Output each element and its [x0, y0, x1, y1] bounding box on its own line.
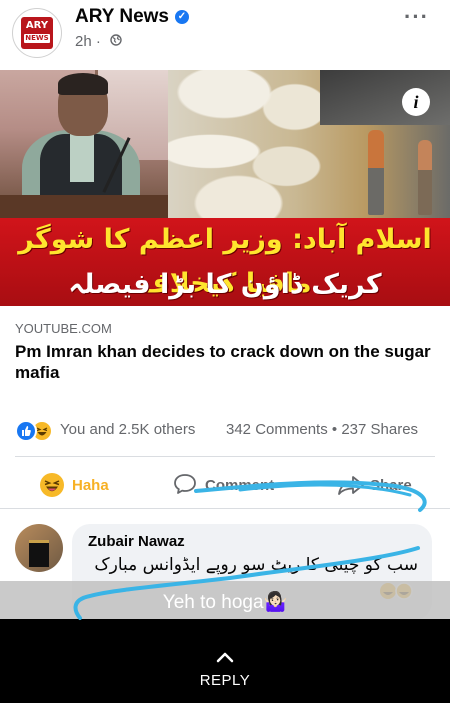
- comment-text: سب کو چینی کا ریٹ سو روپے ایڈوانس مبارک: [94, 555, 418, 575]
- reaction-summary[interactable]: You and 2.5K others: [60, 421, 195, 438]
- comment-author[interactable]: Zubair Nawaz: [88, 533, 185, 550]
- story-caption: Yeh to hoga🤷🏻‍♀️: [162, 592, 288, 613]
- ary-news-logo: ARY NEWS: [21, 17, 53, 49]
- comment-button[interactable]: Comment: [205, 477, 274, 494]
- headline-line-2: کریک ڈاؤن کا بڑا فیصلہ: [68, 269, 382, 300]
- link-title[interactable]: Pm Imran khan decides to crack down on t…: [15, 341, 435, 383]
- shares-count[interactable]: 237 Shares: [341, 421, 418, 438]
- post-time[interactable]: 2h ·: [75, 33, 101, 50]
- like-reaction-icon: [15, 420, 37, 442]
- share-button[interactable]: Share: [370, 477, 412, 494]
- haha-button[interactable]: Haha: [72, 477, 109, 494]
- page-name[interactable]: ARY News: [75, 6, 169, 28]
- divider: [0, 508, 450, 509]
- verified-badge-icon: ✓: [175, 10, 189, 24]
- worker: [418, 140, 432, 215]
- comments-count[interactable]: 342 Comments: [226, 421, 328, 438]
- post-image[interactable]: i اسلام آباد: وزیر اعظم کا شوگر مافیا کی…: [0, 70, 450, 306]
- commenter-avatar[interactable]: [15, 524, 63, 572]
- page-avatar[interactable]: ARY NEWS: [12, 8, 62, 58]
- comments-shares-count[interactable]: 342 Comments • 237 Shares: [226, 421, 418, 438]
- globe-icon: [110, 34, 122, 46]
- avatar-image: [29, 540, 49, 567]
- chevron-up-icon[interactable]: [214, 650, 236, 664]
- more-dots-icon[interactable]: ···: [404, 4, 429, 30]
- worker: [368, 130, 384, 215]
- share-icon[interactable]: [337, 474, 365, 496]
- divider: [15, 456, 435, 457]
- haha-icon[interactable]: [40, 473, 64, 497]
- link-domain[interactable]: YOUTUBE.COM: [15, 321, 112, 336]
- info-icon[interactable]: i: [402, 88, 430, 116]
- reply-button[interactable]: REPLY: [0, 672, 450, 689]
- comment-icon[interactable]: [173, 473, 197, 495]
